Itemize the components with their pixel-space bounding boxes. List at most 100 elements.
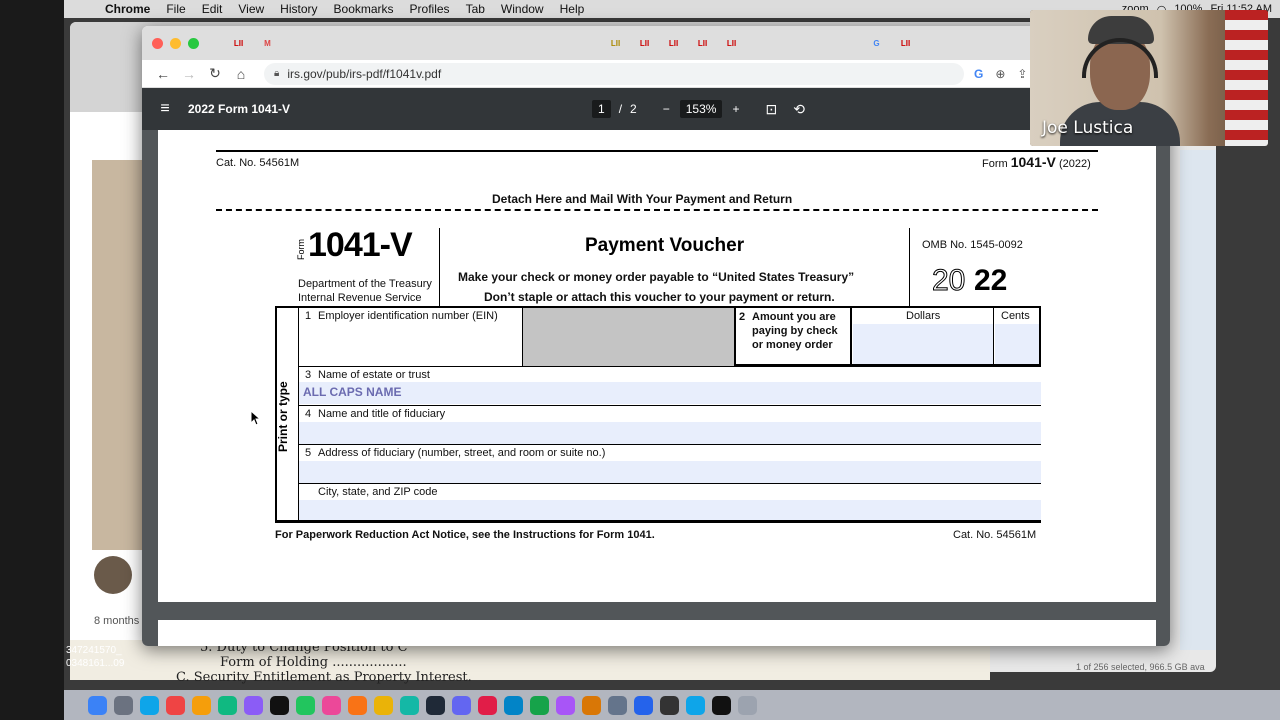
- dock-app-icon[interactable]: [322, 695, 341, 715]
- url-field[interactable]: 🔒︎ irs.gov/pub/irs-pdf/f1041v.pdf: [264, 62, 964, 85]
- menu-bookmarks[interactable]: Bookmarks: [331, 2, 397, 16]
- browser-tab[interactable]: LII: [688, 33, 717, 53]
- dock-app-icon[interactable]: [400, 695, 419, 715]
- browser-tab[interactable]: LII: [601, 33, 630, 53]
- browser-tab[interactable]: [369, 33, 398, 53]
- browser-tab[interactable]: LII: [717, 33, 746, 53]
- fiduciary-name-input[interactable]: [299, 422, 1041, 444]
- dock-app-icon[interactable]: [530, 695, 549, 715]
- background-file-ids: 347241570_ 0348161...09: [66, 644, 124, 670]
- dock-app-icon[interactable]: [582, 695, 601, 715]
- divider: [299, 366, 1041, 367]
- browser-tab[interactable]: [775, 33, 804, 53]
- dock-app-icon[interactable]: [556, 695, 575, 715]
- minimize-window-button[interactable]: [170, 37, 181, 49]
- menu-view[interactable]: View: [235, 2, 267, 16]
- chrome-window: LII M LII LII LII LII LII G LII ← → ↻ ⌂ 🔒︎ irs.g…: [142, 26, 1170, 646]
- browser-tab[interactable]: M: [253, 33, 282, 53]
- lock-icon[interactable]: 🔒︎: [274, 68, 279, 79]
- dock-app-icon[interactable]: [296, 695, 315, 715]
- avatar[interactable]: [94, 556, 132, 594]
- zoom-in-button[interactable]: +: [732, 102, 739, 116]
- browser-tab[interactable]: [978, 33, 1007, 53]
- browser-tab[interactable]: [485, 33, 514, 53]
- pdf-viewer-area[interactable]: Cat. No. 54561M Form 1041-V (2022) Detac…: [142, 130, 1170, 646]
- share-icon[interactable]: ⇪: [1017, 67, 1027, 81]
- browser-tab[interactable]: [311, 33, 340, 53]
- dock-app-icon[interactable]: [686, 695, 705, 715]
- dock-app-icon[interactable]: [452, 695, 471, 715]
- dock-app-icon[interactable]: [88, 695, 107, 715]
- page-number-input[interactable]: 1: [592, 100, 611, 118]
- zoom-magnifier-icon[interactable]: ⊕: [995, 67, 1005, 81]
- dock-app-icon[interactable]: [244, 695, 263, 715]
- dock-app-icon[interactable]: [712, 695, 731, 715]
- dock-app-icon[interactable]: [270, 695, 289, 715]
- menu-icon[interactable]: ≡: [142, 100, 188, 118]
- browser-tab[interactable]: [920, 33, 949, 53]
- browser-tab[interactable]: [398, 33, 427, 53]
- close-window-button[interactable]: [152, 37, 163, 49]
- print-or-type-label: Print or type: [276, 381, 290, 452]
- browser-tab[interactable]: [746, 33, 775, 53]
- google-icon[interactable]: G: [974, 67, 983, 81]
- browser-tab[interactable]: [282, 33, 311, 53]
- cat-number-bottom: Cat. No. 54561M: [953, 529, 1037, 541]
- dock-app-icon[interactable]: [192, 695, 211, 715]
- fit-page-icon[interactable]: ⊡: [765, 101, 777, 118]
- zoom-level[interactable]: 153%: [679, 100, 723, 118]
- rotate-icon[interactable]: ⟲: [793, 101, 805, 118]
- dock-app-icon[interactable]: [374, 695, 393, 715]
- menu-edit[interactable]: Edit: [199, 2, 226, 16]
- dock-app-icon[interactable]: [634, 695, 653, 715]
- dollars-input[interactable]: [853, 324, 993, 364]
- menu-profiles[interactable]: Profiles: [407, 2, 453, 16]
- menu-app-name[interactable]: Chrome: [102, 2, 153, 16]
- dock-app-icon[interactable]: [738, 695, 757, 715]
- browser-tab[interactable]: [543, 33, 572, 53]
- browser-tab[interactable]: LII: [659, 33, 688, 53]
- menu-history[interactable]: History: [277, 2, 320, 16]
- browser-tab[interactable]: [833, 33, 862, 53]
- browser-tab[interactable]: LII: [224, 33, 253, 53]
- fiduciary-address-input[interactable]: [299, 461, 1041, 483]
- menu-file[interactable]: File: [163, 2, 188, 16]
- page-indicator: 1 / 2: [592, 100, 637, 118]
- pdf-page: Cat. No. 54561M Form 1041-V (2022) Detac…: [158, 130, 1156, 602]
- estate-name-input[interactable]: [299, 382, 1041, 404]
- zoom-out-button[interactable]: −: [663, 102, 670, 116]
- dock-app-icon[interactable]: [348, 695, 367, 715]
- browser-tab[interactable]: [572, 33, 601, 53]
- browser-tab[interactable]: [340, 33, 369, 53]
- dock-app-icon[interactable]: [478, 695, 497, 715]
- browser-tab[interactable]: [804, 33, 833, 53]
- forward-icon[interactable]: →: [176, 66, 202, 82]
- browser-tab[interactable]: LII: [891, 33, 920, 53]
- home-icon[interactable]: ⌂: [228, 66, 254, 82]
- browser-tab[interactable]: G: [862, 33, 891, 53]
- dock-app-icon[interactable]: [660, 695, 679, 715]
- dock-app-icon[interactable]: [140, 695, 159, 715]
- dock-app-icon[interactable]: [114, 695, 133, 715]
- year-outline: 20: [931, 264, 966, 298]
- city-state-zip-input[interactable]: [299, 500, 1041, 520]
- back-icon[interactable]: ←: [150, 66, 176, 82]
- cat-number-top: Cat. No. 54561M: [216, 157, 300, 169]
- menu-window[interactable]: Window: [498, 2, 547, 16]
- browser-tab[interactable]: [456, 33, 485, 53]
- browser-tab[interactable]: LII: [630, 33, 659, 53]
- browser-tab[interactable]: [949, 33, 978, 53]
- reload-icon[interactable]: ↻: [202, 65, 228, 82]
- background-video-thumbnail[interactable]: [92, 160, 142, 550]
- browser-tab[interactable]: [514, 33, 543, 53]
- dock-app-icon[interactable]: [504, 695, 523, 715]
- menu-tab[interactable]: Tab: [463, 2, 488, 16]
- dock-app-icon[interactable]: [426, 695, 445, 715]
- browser-tab[interactable]: [427, 33, 456, 53]
- zoom-window-button[interactable]: [188, 37, 199, 49]
- menu-help[interactable]: Help: [557, 2, 588, 16]
- dock-app-icon[interactable]: [218, 695, 237, 715]
- cents-input[interactable]: [995, 324, 1039, 364]
- dock-app-icon[interactable]: [166, 695, 185, 715]
- dock-app-icon[interactable]: [608, 695, 627, 715]
